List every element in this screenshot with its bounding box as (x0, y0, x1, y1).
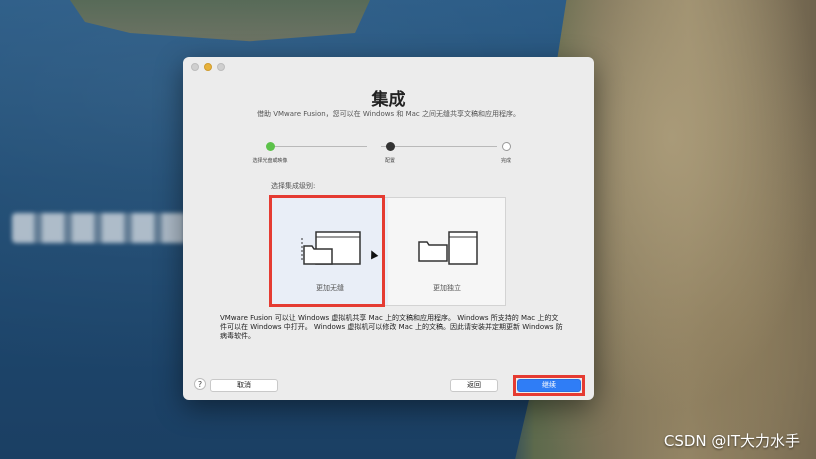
cancel-button[interactable]: 取消 (210, 379, 278, 392)
option-label: 更加独立 (433, 284, 461, 292)
integration-options: 更加无缝 更加独立 (269, 195, 506, 307)
selection-highlight (269, 195, 385, 307)
continue-highlight (513, 375, 585, 396)
step-current-icon (386, 142, 395, 151)
watermark-text: CSDN @IT大力水手 (663, 432, 800, 450)
progress-line (269, 146, 367, 147)
dialog-title: 集成 (371, 90, 406, 110)
option-more-isolated[interactable]: 更加独立 (389, 198, 505, 305)
progress-line (381, 146, 497, 147)
close-dot-icon[interactable] (191, 63, 199, 71)
back-button[interactable]: 返回 (450, 379, 498, 392)
dialog-subtitle: 借助 VMware Fusion，您可以在 Windows 和 Mac 之间无缝… (256, 110, 521, 118)
isolated-windows-icon (418, 231, 478, 265)
minimize-dot-icon[interactable] (204, 63, 212, 71)
setup-dialog: 集成 借助 VMware Fusion，您可以在 Windows 和 Mac 之… (183, 57, 594, 400)
zoom-dot-icon[interactable] (217, 63, 225, 71)
step-pending-icon (502, 142, 511, 151)
step-label-3: 完成 (500, 158, 512, 164)
step-done-icon (266, 142, 275, 151)
step-progress: 选择光盘或映像 配置 完成 (243, 142, 543, 172)
integration-description: VMware Fusion 可以让 Windows 虚拟机共享 Mac 上的文稿… (220, 314, 563, 340)
step-label-2: 配置 (384, 158, 396, 164)
option-more-seamless[interactable]: 更加无缝 (269, 195, 388, 307)
window-controls (191, 63, 225, 71)
step-label-1: 选择光盘或映像 (252, 158, 288, 164)
help-button[interactable]: ? (194, 378, 206, 390)
integration-level-label: 选择集成级别: (271, 182, 316, 190)
